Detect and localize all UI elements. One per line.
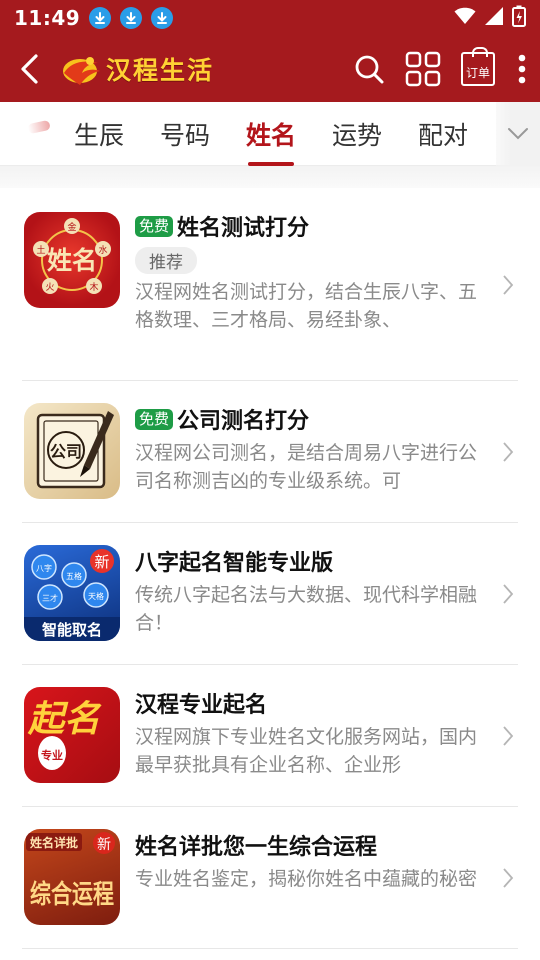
item-description: 汉程网姓名测试打分，结合生辰八字、五格数理、三才格局、易经卦象、: [135, 281, 478, 331]
status-time: 11:49: [14, 6, 81, 30]
item-title: 汉程专业起名: [135, 693, 268, 718]
more-menu-button[interactable]: [504, 36, 540, 102]
svg-text:土: 土: [36, 244, 45, 256]
more-vertical-icon: [518, 54, 526, 84]
categories-button[interactable]: [394, 36, 452, 102]
item-description: 汉程网公司测名，是结合周易八字进行公司名称测吉凶的专业级系统。可: [135, 442, 478, 492]
svg-text:三才: 三才: [42, 593, 58, 603]
chevron-right-icon: [498, 865, 518, 891]
tab-fortune[interactable]: 运势: [314, 102, 400, 166]
svg-text:新: 新: [94, 553, 109, 571]
dragon-logo-icon: [63, 57, 100, 85]
download-icon: [120, 7, 143, 29]
back-button[interactable]: [0, 36, 60, 102]
tab-birth[interactable]: 生辰: [56, 102, 142, 166]
app-logo-text: 汉程生活: [106, 56, 215, 85]
download-icon: [151, 7, 174, 29]
expand-tabs-button[interactable]: [496, 102, 540, 166]
list-item[interactable]: 起名 专业 汉程专业起名 汉程网旗下专业姓名文化服务网站，国内最早获批具有企业名…: [22, 665, 518, 807]
category-tabs: 生辰 号码 姓名 运势 配对: [0, 102, 540, 166]
svg-text:八字: 八字: [36, 563, 52, 573]
grid-icon: [405, 51, 441, 87]
svg-text:天格: 天格: [88, 591, 104, 601]
list-item[interactable]: 八字 五格 三才 天格 新 智能取名 八字起名智能专业版 传统八字起名法与大数据…: [22, 523, 518, 665]
list-item[interactable]: 金 水 木 火 土 姓名 免费 姓名测试打分 推荐 汉程网姓名测试打分，结合生辰…: [22, 188, 518, 381]
item-description: 传统八字起名法与大数据、现代科学相融合！: [135, 584, 478, 634]
chevron-down-icon: [508, 128, 528, 140]
name-detail-app-icon: 姓名详批 新 综合运程: [24, 829, 120, 925]
chevron-right-icon: [498, 723, 518, 749]
svg-text:公司: 公司: [50, 442, 82, 461]
search-icon: [355, 55, 384, 84]
svg-text:新: 新: [97, 837, 111, 853]
tab-scroll-fade: [0, 102, 56, 166]
svg-text:专业: 专业: [41, 748, 63, 762]
recommend-tag: 推荐: [135, 247, 197, 274]
company-name-app-icon: 公司: [24, 403, 120, 499]
app-bar: 汉程生活 订单: [0, 36, 540, 102]
item-description: 汉程网旗下专业姓名文化服务网站，国内最早获批具有企业名称、企业形: [135, 726, 478, 776]
section-divider: [0, 166, 540, 188]
list-item[interactable]: 公司 免费 公司测名打分 汉程网公司测名，是结合周易八字进行公司名称测吉凶的专业…: [22, 381, 518, 523]
svg-text:火: 火: [45, 282, 54, 293]
svg-text:姓名: 姓名: [47, 246, 97, 275]
signal-icon: [484, 6, 504, 30]
order-bag-icon: 订单: [461, 47, 495, 86]
svg-text:姓名详批: 姓名详批: [30, 835, 78, 850]
chevron-right-icon: [498, 272, 518, 298]
free-badge: 免费: [135, 215, 174, 237]
item-title: 姓名详批您一生综合运程: [135, 835, 378, 860]
download-icon: [89, 7, 112, 29]
list-item[interactable]: 姓名详批 新 综合运程 姓名详批您一生综合运程 专业姓名鉴定，揭秘你姓名中蕴藏的…: [22, 807, 518, 949]
item-title: 八字起名智能专业版: [135, 551, 334, 576]
wifi-icon: [454, 7, 476, 29]
name-test-app-icon: 金 水 木 火 土 姓名: [24, 212, 120, 308]
bazi-naming-app-icon: 八字 五格 三才 天格 新 智能取名: [24, 545, 120, 641]
tab-name[interactable]: 姓名: [228, 102, 314, 166]
pro-naming-app-icon: 起名 专业: [24, 687, 120, 783]
svg-text:金: 金: [67, 221, 76, 233]
battery-icon: [512, 5, 526, 31]
svg-text:综合运程: 综合运程: [30, 879, 114, 910]
svg-text:水: 水: [98, 244, 107, 256]
svg-text:智能取名: 智能取名: [42, 621, 102, 639]
status-bar: 11:49: [0, 0, 540, 36]
svg-text:木: 木: [89, 281, 98, 293]
item-description: 专业姓名鉴定，揭秘你姓名中蕴藏的秘密: [135, 868, 478, 890]
chevron-right-icon: [498, 581, 518, 607]
svg-text:起名: 起名: [27, 698, 102, 740]
chevron-left-icon: [21, 54, 38, 84]
item-title: 姓名测试打分: [177, 216, 310, 241]
app-logo: 汉程生活: [60, 49, 214, 89]
tab-number[interactable]: 号码: [142, 102, 228, 166]
search-button[interactable]: [344, 36, 394, 102]
svg-text:五格: 五格: [66, 571, 82, 581]
chevron-right-icon: [498, 439, 518, 465]
item-title: 公司测名打分: [177, 409, 310, 434]
orders-label: 订单: [465, 66, 490, 80]
tab-match[interactable]: 配对: [400, 102, 486, 166]
orders-button[interactable]: 订单: [452, 36, 504, 102]
free-badge: 免费: [135, 408, 174, 430]
service-list: 金 水 木 火 土 姓名 免费 姓名测试打分 推荐 汉程网姓名测试打分，结合生辰…: [0, 188, 540, 949]
